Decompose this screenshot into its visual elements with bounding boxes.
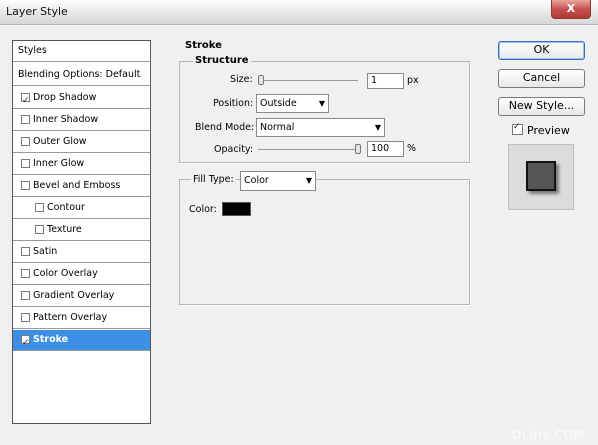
style-item-label: Color Overlay [33,268,98,279]
style-item-label: Bevel and Emboss [33,180,121,191]
style-checkbox[interactable] [21,291,30,300]
style-checkbox[interactable] [21,181,30,190]
style-checkbox[interactable] [21,269,30,278]
size-slider-thumb[interactable] [258,75,264,85]
style-item-color-overlay[interactable]: Color Overlay [13,264,150,285]
position-label: Position: [213,98,254,109]
position-value: Outside [260,98,297,109]
blend-mode-value: Normal [260,122,295,133]
preview-label: Preview [527,124,570,137]
style-checkbox[interactable] [21,159,30,168]
style-item-label: Inner Glow [33,158,85,169]
preview-checkbox[interactable] [512,122,523,135]
style-preview [508,144,574,210]
opacity-slider-thumb[interactable] [355,144,361,154]
style-item-drop-shadow[interactable]: Drop Shadow [13,88,150,111]
style-item-bevel-and-emboss[interactable]: Bevel and Emboss [13,176,150,197]
structure-title: Structure [193,55,251,66]
size-input[interactable]: 1 [367,73,404,89]
size-label: Size: [230,74,253,85]
size-slider-track[interactable] [258,80,358,81]
style-checkbox[interactable] [21,137,30,146]
ok-button[interactable]: OK [498,41,585,60]
style-item-stroke[interactable]: Stroke [13,330,150,353]
watermark: OLiHe.COM [512,428,585,442]
style-item-satin[interactable]: Satin [13,242,150,263]
style-checkbox[interactable] [35,225,44,234]
cancel-button[interactable]: Cancel [498,69,585,88]
style-item-gradient-overlay[interactable]: Gradient Overlay [13,286,150,307]
style-item-contour[interactable]: Contour [13,198,150,219]
style-item-outer-glow[interactable]: Outer Glow [13,132,150,153]
chevron-down-icon: ▼ [318,99,325,108]
fill-type-label: Fill Type: [191,174,236,185]
style-item-inner-glow[interactable]: Inner Glow [13,154,150,175]
blend-mode-label: Blend Mode: [195,122,255,133]
style-item-label: Stroke [33,334,69,345]
chevron-down-icon: ▼ [305,176,312,185]
stroke-section-title: Stroke [183,40,224,51]
new-style-button[interactable]: New Style... [498,97,585,116]
title-bar[interactable]: Layer Style X [0,0,598,25]
style-checkbox[interactable] [21,333,30,353]
fill-type-dropdown[interactable]: Color ▼ [240,171,316,191]
fill-type-value: Color [244,175,269,186]
styles-header[interactable]: Styles [13,41,150,62]
opacity-label: Opacity: [214,144,254,155]
fill-type-group [179,179,470,305]
size-unit: px [407,75,419,86]
chevron-down-icon: ▼ [374,123,381,132]
blending-options-item[interactable]: Blending Options: Default [13,65,150,86]
style-checkbox[interactable] [21,91,30,111]
blend-mode-dropdown[interactable]: Normal ▼ [256,118,385,137]
preview-thumbnail [526,161,556,191]
style-item-label: Drop Shadow [33,92,97,103]
style-item-label: Texture [47,224,82,235]
style-item-texture[interactable]: Texture [13,220,150,241]
style-item-label: Contour [47,202,85,213]
opacity-slider-track[interactable] [258,149,358,150]
color-label: Color: [189,204,217,215]
window-title: Layer Style [6,5,68,18]
close-button[interactable]: X [551,0,591,19]
style-item-label: Satin [33,246,58,257]
style-checkbox[interactable] [21,115,30,124]
position-dropdown[interactable]: Outside ▼ [256,94,329,113]
color-swatch[interactable] [222,202,251,216]
layer-style-dialog: Layer Style X Styles Blending Options: D… [0,0,598,445]
style-item-pattern-overlay[interactable]: Pattern Overlay [13,308,150,329]
close-icon: X [566,2,576,15]
opacity-unit: % [407,143,417,154]
style-item-label: Outer Glow [33,136,87,147]
style-item-label: Inner Shadow [33,114,99,125]
styles-list: Styles Blending Options: Default Drop Sh… [12,40,151,424]
style-item-label: Pattern Overlay [33,312,108,323]
style-checkbox[interactable] [21,247,30,256]
opacity-input[interactable]: 100 [367,141,404,157]
style-item-inner-shadow[interactable]: Inner Shadow [13,110,150,131]
style-checkbox[interactable] [21,313,30,322]
style-item-label: Gradient Overlay [33,290,115,301]
style-checkbox[interactable] [35,203,44,212]
